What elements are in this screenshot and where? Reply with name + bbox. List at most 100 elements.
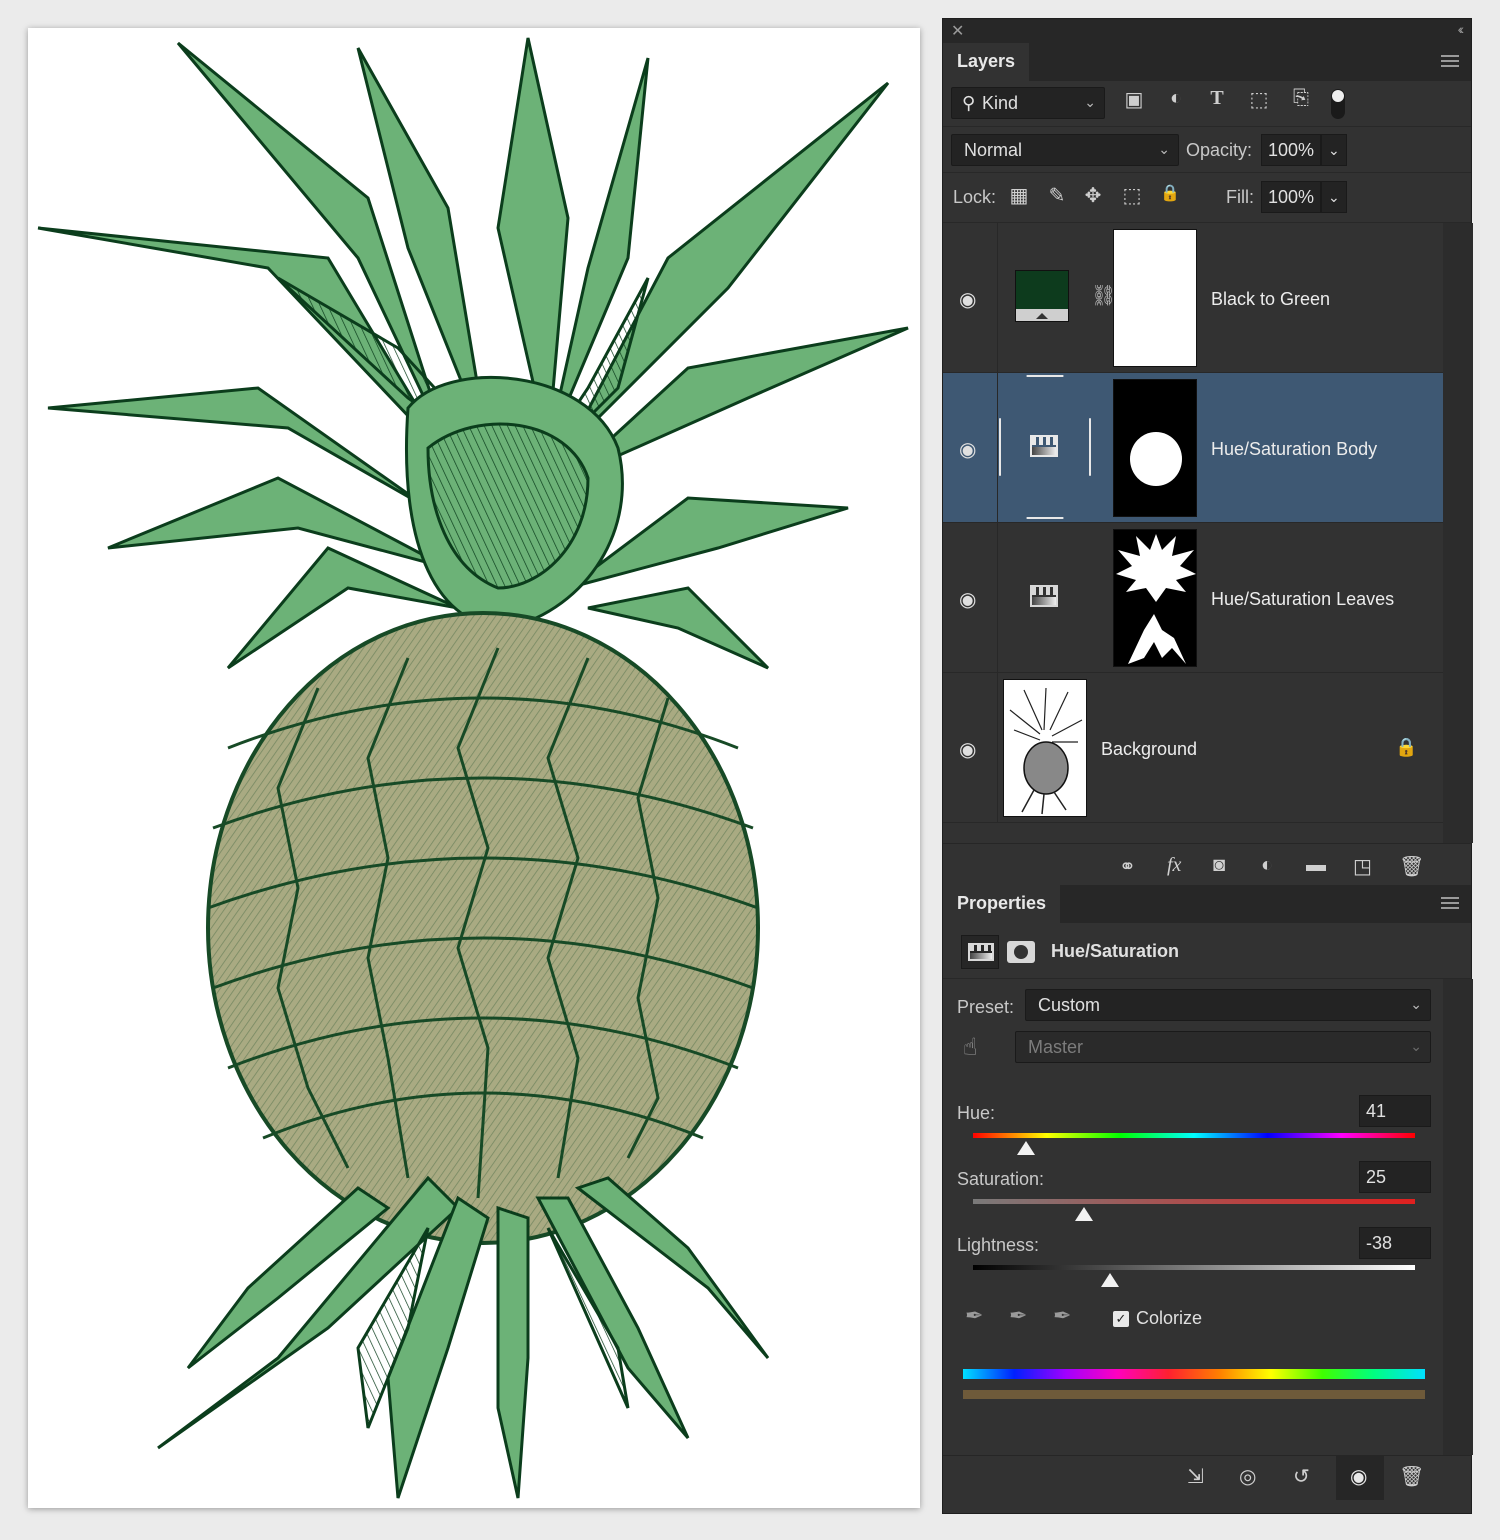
type-filter-icon[interactable]: T [1204, 87, 1230, 110]
preset-dropdown[interactable]: Custom ⌄ [1025, 989, 1431, 1021]
visibility-eye-icon[interactable]: ◉ [959, 437, 976, 462]
saturation-slider-track[interactable] [973, 1199, 1415, 1204]
new-layer-icon[interactable]: ◳ [1353, 854, 1372, 879]
lock-artboard-icon[interactable]: ⬚ [1119, 183, 1145, 208]
layer-name: Background [1101, 739, 1198, 759]
output-color-bar [963, 1390, 1425, 1399]
link-layers-icon[interactable]: ⚭ [1119, 854, 1136, 879]
blend-mode-value: Normal [964, 140, 1023, 160]
lightness-slider-track[interactable] [973, 1265, 1415, 1270]
colorize-label: Colorize [1136, 1308, 1203, 1328]
new-adjustment-icon[interactable]: ◐ [1261, 854, 1273, 877]
input-color-bar [963, 1369, 1425, 1379]
visibility-eye-icon[interactable]: ◉ [959, 587, 976, 612]
gradient-map-thumbnail [1015, 270, 1069, 322]
panel-dock: ✕ ‹‹ Layers ⚲ Kind ⌄ ▣ ◐ T ⬚ ⎘ Normal ⌄ … [942, 18, 1473, 1514]
visibility-eye-icon[interactable]: ◉ [959, 737, 976, 762]
add-mask-icon[interactable]: ◙ [1213, 854, 1225, 877]
lock-transparent-pixels-icon[interactable]: ▦ [1006, 183, 1032, 208]
chevron-down-icon: ⌄ [1410, 1038, 1422, 1054]
layer-mask-thumbnail [1113, 229, 1197, 367]
lightness-slider-handle[interactable] [1101, 1273, 1120, 1287]
fill-input[interactable]: 100% [1261, 181, 1321, 213]
eyedropper-icon[interactable]: ✒ [965, 1303, 983, 1329]
adjustment-filter-icon[interactable]: ◐ [1163, 87, 1189, 110]
clip-to-layer-icon[interactable]: ⇲ [1187, 1464, 1204, 1489]
opacity-chevron-icon[interactable]: ⌄ [1321, 134, 1347, 166]
hue-input[interactable]: 41 [1359, 1095, 1431, 1127]
layer-name: Hue/Saturation Leaves [1211, 589, 1395, 609]
saturation-slider-handle[interactable] [1074, 1207, 1093, 1221]
blend-mode-dropdown[interactable]: Normal ⌄ [951, 134, 1179, 166]
layer-name: Hue/Saturation Body [1211, 439, 1378, 459]
properties-panel-menu-icon[interactable] [1441, 897, 1459, 912]
lock-label: Lock: [953, 187, 997, 207]
layer-mask-thumbnail [1113, 379, 1197, 517]
new-group-icon[interactable]: ▬ [1306, 854, 1326, 877]
hue-label: Hue: [957, 1103, 996, 1123]
opacity-label: Opacity: [1186, 140, 1253, 160]
targeted-adjustment-hand-icon[interactable]: ☝ [963, 1033, 978, 1062]
saturation-input[interactable]: 25 [1359, 1161, 1431, 1193]
lightness-input[interactable]: -38 [1359, 1227, 1431, 1259]
layer-row-hue-saturation-body[interactable]: ◉ Hue/Saturation Body [943, 373, 1443, 523]
adjustment-settings-toggle[interactable] [961, 935, 999, 969]
layer-row-hue-saturation-leaves[interactable]: ◉ Hue/Saturation Leaves [943, 523, 1443, 673]
shape-filter-icon[interactable]: ⬚ [1246, 87, 1272, 112]
opacity-input[interactable]: 100% [1261, 134, 1321, 166]
eyedropper-add-icon[interactable]: ✒ [1009, 1303, 1027, 1329]
kind-filter-label: Kind [982, 93, 1019, 113]
image-filter-icon[interactable]: ▣ [1121, 87, 1147, 112]
hue-slider-track[interactable] [973, 1133, 1415, 1138]
hue-slider-handle[interactable] [1017, 1141, 1036, 1155]
lock-image-pixels-icon[interactable]: ✎ [1044, 183, 1070, 208]
layer-mask-thumbnail [1113, 529, 1197, 667]
hue-saturation-adjustment-icon [968, 943, 994, 961]
visibility-eye-icon[interactable]: ◉ [959, 287, 976, 312]
lock-all-icon[interactable]: 🔒 [1157, 183, 1183, 203]
eyedropper-subtract-icon[interactable]: ✒ [1053, 1303, 1071, 1329]
properties-footer-toolbar: ⇲ ◎ ↺ ◉ 🗑 [943, 1455, 1471, 1513]
properties-scrollbar[interactable] [1443, 979, 1473, 1455]
collapse-panel-icon[interactable]: ‹‹ [1458, 21, 1465, 37]
bottom-leaves [157, 1175, 770, 1499]
layers-panel-menu-icon[interactable] [1441, 55, 1459, 70]
saturation-label: Saturation: [957, 1169, 1045, 1189]
fill-chevron-icon[interactable]: ⌄ [1321, 181, 1347, 213]
background-thumbnail [1003, 679, 1087, 817]
toggle-visibility-icon: ◉ [1350, 1466, 1368, 1488]
hue-saturation-adjustment-icon [1030, 585, 1058, 607]
document-canvas[interactable] [28, 28, 920, 1508]
tab-layers[interactable]: Layers [943, 43, 1030, 81]
layers-scrollbar[interactable] [1443, 223, 1473, 843]
mask-settings-icon[interactable] [1007, 941, 1035, 963]
view-previous-icon[interactable]: ◎ [1239, 1464, 1256, 1489]
layer-name: Black to Green [1211, 289, 1331, 309]
hue-saturation-adjustment-icon [1030, 435, 1058, 457]
properties-body: Preset: Custom ⌄ ☝ Master ⌄ Hue: 41 Satu… [943, 979, 1443, 1455]
preset-label: Preset: [957, 997, 1015, 1017]
delete-layer-icon[interactable]: 🗑 [1399, 854, 1424, 879]
close-panel-icon[interactable]: ✕ [951, 21, 964, 41]
crown-leaves [37, 37, 909, 670]
channel-dropdown[interactable]: Master ⌄ [1015, 1031, 1431, 1063]
kind-filter-dropdown[interactable]: ⚲ Kind ⌄ [951, 87, 1105, 119]
layer-lock-icon: 🔒 [1395, 737, 1418, 757]
layer-row-background[interactable]: ◉ Background 🔒 [943, 673, 1443, 823]
colorize-checkbox[interactable]: ✓ [1113, 1311, 1129, 1327]
smart-object-filter-icon[interactable]: ⎘ [1288, 87, 1314, 110]
reset-icon[interactable]: ↺ [1293, 1464, 1310, 1489]
fx-icon[interactable]: fx [1167, 854, 1181, 877]
channel-value: Master [1028, 1037, 1084, 1057]
delete-adjustment-icon[interactable]: 🗑 [1399, 1464, 1424, 1489]
lock-position-icon[interactable]: ✥ [1080, 183, 1106, 208]
layer-filter-row: ⚲ Kind ⌄ ▣ ◐ T ⬚ ⎘ [943, 81, 1471, 127]
toggle-visibility-button[interactable]: ◉ [1336, 1456, 1384, 1500]
chevron-down-icon: ⌄ [1084, 94, 1096, 110]
filter-toggle-icon[interactable] [1331, 89, 1345, 119]
pineapple-body [206, 611, 760, 1245]
layer-row-black-to-green[interactable]: ◉ ⛓ Black to Green [943, 223, 1443, 373]
tab-properties[interactable]: Properties [943, 885, 1061, 923]
preset-value: Custom [1038, 995, 1101, 1015]
chevron-down-icon: ⌄ [1158, 141, 1170, 157]
